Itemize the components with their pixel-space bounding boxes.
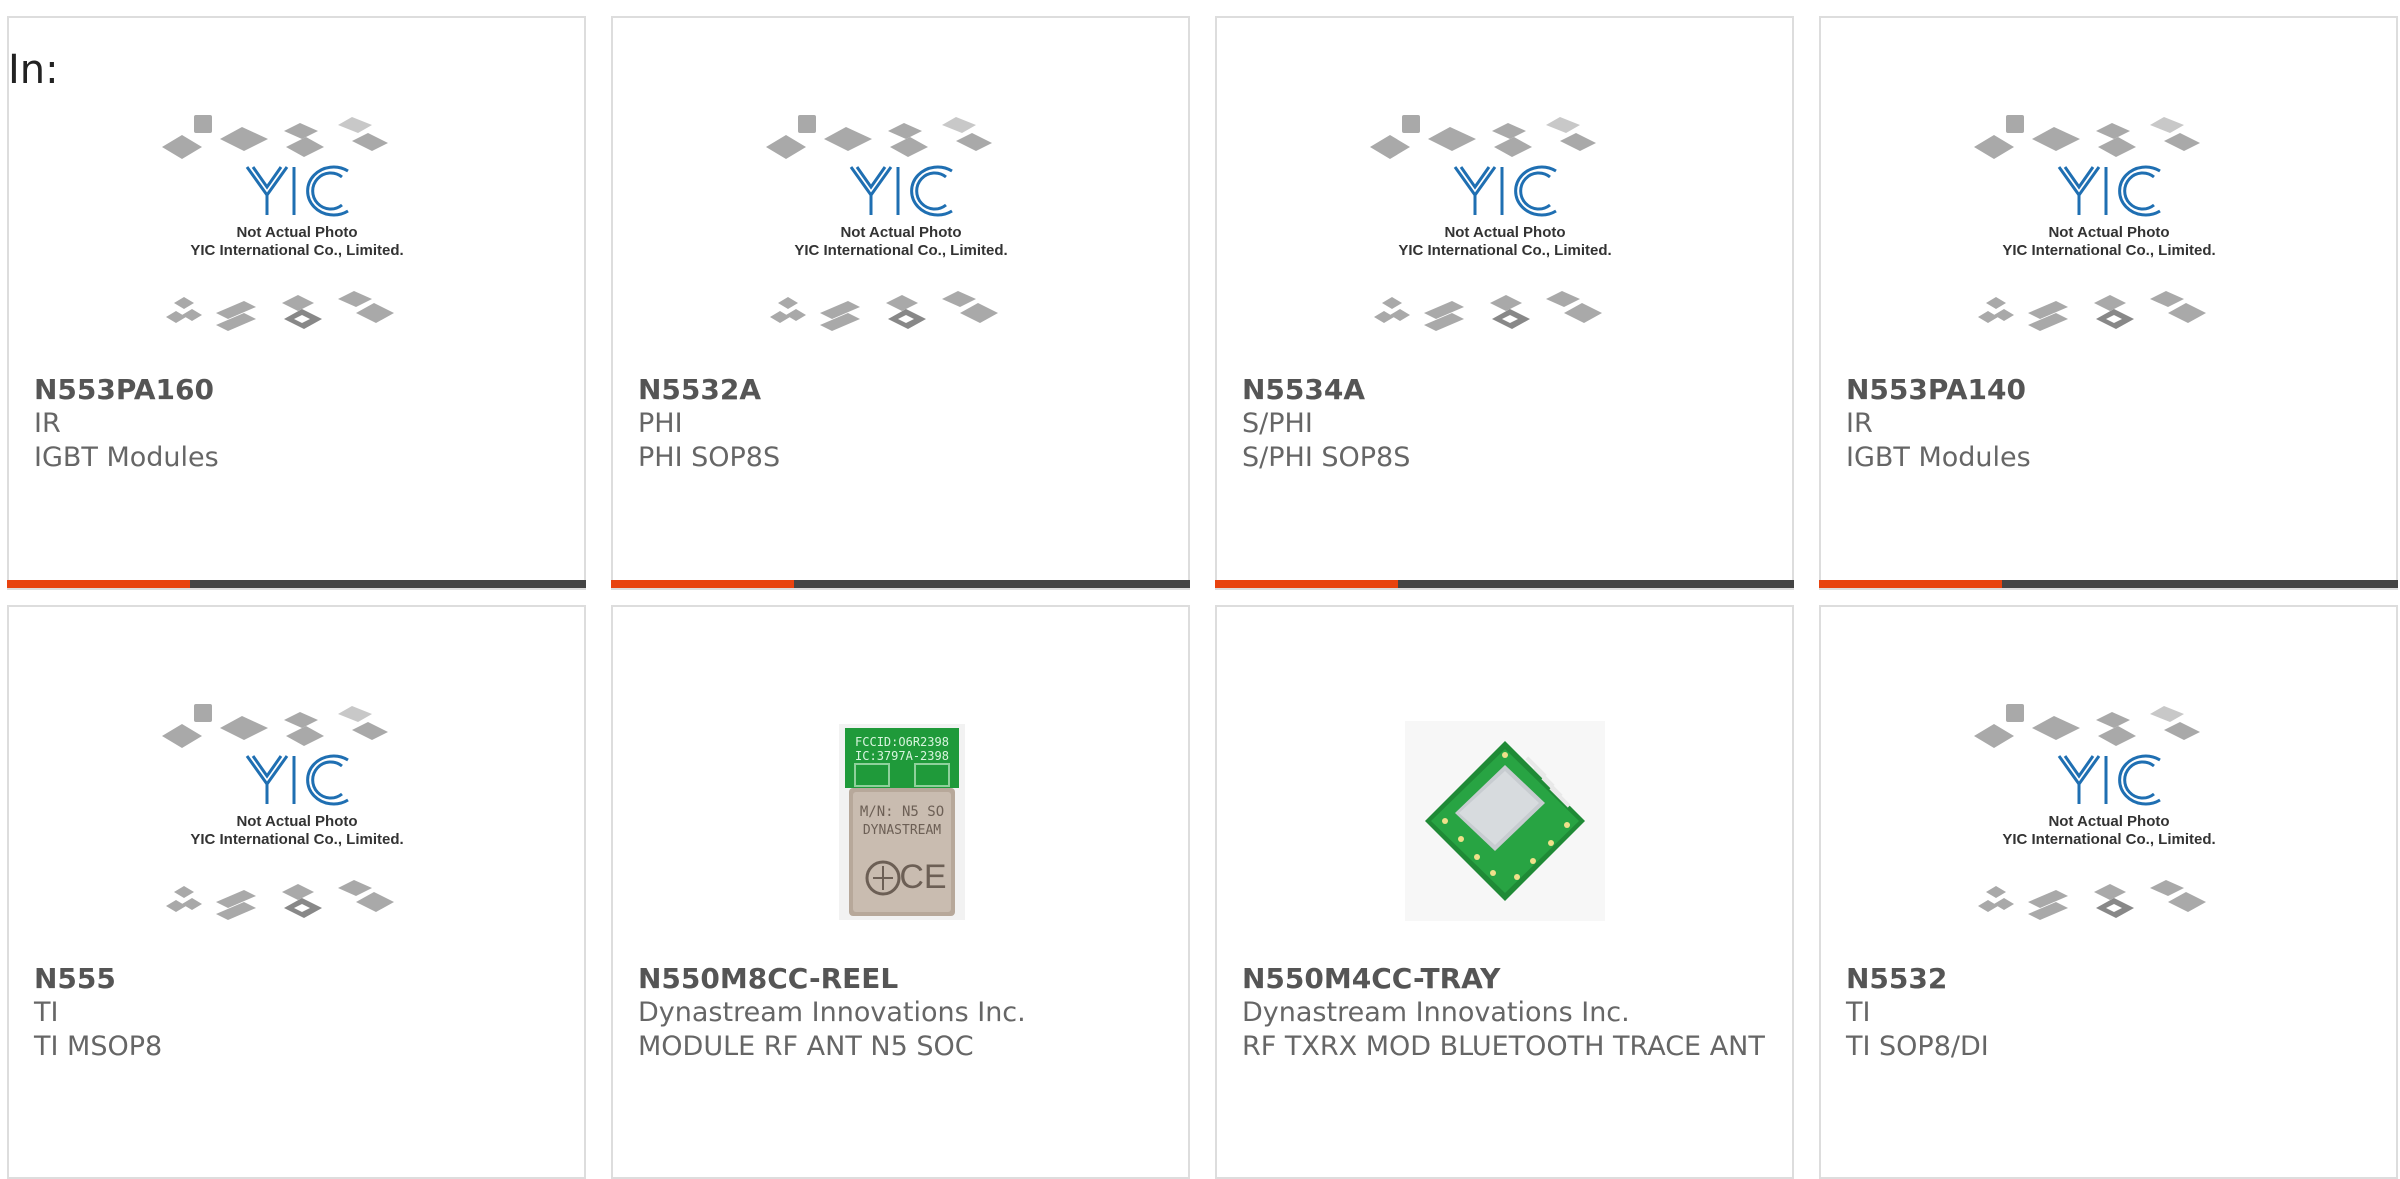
- not-actual-photo-text: Not Actual Photo: [236, 224, 357, 241]
- description: S/PHI SOP8S: [1242, 442, 1411, 473]
- card-accent-bar: [611, 580, 1190, 588]
- part-number[interactable]: N553PA140: [1846, 373, 2376, 407]
- description: RF TXRX MOD BLUETOOTH TRACE ANT: [1242, 1031, 1765, 1062]
- product-info: N553PA160 IR IGBT Modules: [34, 373, 564, 475]
- part-number[interactable]: N553PA160: [34, 373, 564, 407]
- product-image[interactable]: FCCID:O6R2398 IC:3797A-2398 M/N: N5 SO D…: [613, 697, 1188, 945]
- product-image[interactable]: Not Actual Photo YIC International Co., …: [1217, 108, 1792, 356]
- card-accent-highlight: [1819, 580, 2002, 588]
- description: MODULE RF ANT N5 SOC: [638, 1031, 974, 1062]
- product-card[interactable]: Not Actual Photo YIC International Co., …: [1819, 16, 2398, 590]
- card-accent-bar: [7, 580, 586, 588]
- part-number[interactable]: N5534A: [1242, 373, 1772, 407]
- product-card[interactable]: FCCID:O6R2398 IC:3797A-2398 M/N: N5 SO D…: [611, 605, 1190, 1179]
- not-actual-photo-text: Not Actual Photo: [236, 813, 357, 830]
- description: TI SOP8/DI: [1846, 1031, 1989, 1062]
- product-image[interactable]: Not Actual Photo YIC International Co., …: [9, 697, 584, 945]
- not-actual-photo-image: Not Actual Photo YIC International Co., …: [765, 115, 1007, 331]
- in-label: In:: [8, 47, 59, 93]
- not-actual-photo-image: Not Actual Photo YIC International Co., …: [161, 115, 403, 331]
- rf-module-photo: FCCID:O6R2398 IC:3797A-2398 M/N: N5 SO D…: [838, 724, 965, 920]
- not-actual-photo-text: Not Actual Photo: [840, 224, 961, 241]
- card-accent-highlight: [1215, 580, 1398, 588]
- product-info: N550M8CC-REEL Dynastream Innovations Inc…: [638, 962, 1168, 1064]
- manufacturer: TI: [1846, 997, 1871, 1028]
- product-info: N5534A S/PHI S/PHI SOP8S: [1242, 373, 1772, 475]
- svg-text:CE: CE: [899, 858, 946, 896]
- part-number[interactable]: N5532: [1846, 962, 2376, 996]
- part-number[interactable]: N550M4CC-TRAY: [1242, 962, 1772, 996]
- manufacturer: S/PHI: [1242, 408, 1313, 439]
- product-card[interactable]: Not Actual Photo YIC International Co., …: [1215, 16, 1794, 590]
- manufacturer: Dynastream Innovations Inc.: [638, 997, 1026, 1028]
- product-image[interactable]: Not Actual Photo YIC International Co., …: [613, 108, 1188, 356]
- card-accent-highlight: [611, 580, 794, 588]
- not-actual-photo-text: Not Actual Photo: [1444, 224, 1565, 241]
- company-name-text: YIC International Co., Limited.: [190, 831, 403, 848]
- manufacturer: Dynastream Innovations Inc.: [1242, 997, 1630, 1028]
- manufacturer: TI: [34, 997, 59, 1028]
- manufacturer: IR: [1846, 408, 1873, 439]
- product-image[interactable]: Not Actual Photo YIC International Co., …: [1821, 697, 2396, 945]
- company-name-text: YIC International Co., Limited.: [794, 242, 1007, 259]
- not-actual-photo-image: Not Actual Photo YIC International Co., …: [1369, 115, 1611, 331]
- not-actual-photo-text: Not Actual Photo: [2048, 813, 2169, 830]
- card-accent-highlight: [7, 580, 190, 588]
- product-card[interactable]: Not Actual Photo YIC International Co., …: [7, 16, 586, 590]
- product-info: N550M4CC-TRAY Dynastream Innovations Inc…: [1242, 962, 1772, 1064]
- product-card[interactable]: Not Actual Photo YIC International Co., …: [611, 16, 1190, 590]
- product-image[interactable]: Not Actual Photo YIC International Co., …: [9, 108, 584, 356]
- svg-text:FCCID:O6R2398: FCCID:O6R2398: [855, 735, 949, 749]
- product-card[interactable]: Not Actual Photo YIC International Co., …: [1819, 605, 2398, 1179]
- part-number[interactable]: N550M8CC-REEL: [638, 962, 1168, 996]
- product-info: N5532A PHI PHI SOP8S: [638, 373, 1168, 475]
- company-name-text: YIC International Co., Limited.: [2002, 831, 2215, 848]
- svg-text:DYNASTREAM: DYNASTREAM: [862, 823, 940, 838]
- pcb-module-photo: [1404, 721, 1605, 921]
- product-info: N553PA140 IR IGBT Modules: [1846, 373, 2376, 475]
- description: IGBT Modules: [1846, 442, 2031, 473]
- card-accent-bar: [1819, 580, 2398, 588]
- description: TI MSOP8: [34, 1031, 163, 1062]
- product-card[interactable]: N550M4CC-TRAY Dynastream Innovations Inc…: [1215, 605, 1794, 1179]
- not-actual-photo-image: Not Actual Photo YIC International Co., …: [161, 704, 403, 920]
- part-number[interactable]: N555: [34, 962, 564, 996]
- not-actual-photo-image: Not Actual Photo YIC International Co., …: [1973, 115, 2215, 331]
- svg-text:M/N: N5 SO: M/N: N5 SO: [859, 804, 943, 820]
- company-name-text: YIC International Co., Limited.: [190, 242, 403, 259]
- svg-text:IC:3797A-2398: IC:3797A-2398: [855, 749, 949, 763]
- card-accent-bar: [1215, 580, 1794, 588]
- product-info: N555 TI TI MSOP8: [34, 962, 564, 1064]
- company-name-text: YIC International Co., Limited.: [1398, 242, 1611, 259]
- company-name-text: YIC International Co., Limited.: [2002, 242, 2215, 259]
- not-actual-photo-image: Not Actual Photo YIC International Co., …: [1973, 704, 2215, 920]
- product-card[interactable]: Not Actual Photo YIC International Co., …: [7, 605, 586, 1179]
- description: PHI SOP8S: [638, 442, 781, 473]
- manufacturer: PHI: [638, 408, 683, 439]
- manufacturer: IR: [34, 408, 61, 439]
- product-image[interactable]: [1217, 697, 1792, 945]
- product-info: N5532 TI TI SOP8/DI: [1846, 962, 2376, 1064]
- description: IGBT Modules: [34, 442, 219, 473]
- product-image[interactable]: Not Actual Photo YIC International Co., …: [1821, 108, 2396, 356]
- not-actual-photo-text: Not Actual Photo: [2048, 224, 2169, 241]
- part-number[interactable]: N5532A: [638, 373, 1168, 407]
